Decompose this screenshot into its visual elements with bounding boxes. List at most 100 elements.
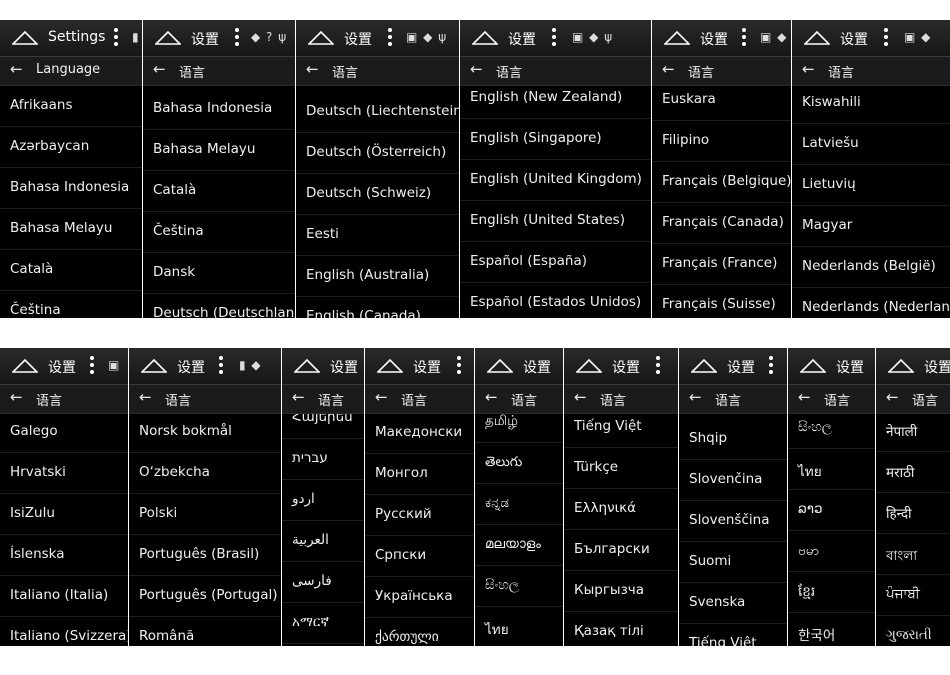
language-item[interactable]: Filipino [652,121,791,162]
back-arrow-icon[interactable]: ← [153,60,166,78]
language-item[interactable]: Euskara [652,86,791,121]
language-item[interactable]: Magyar [792,206,950,247]
language-item[interactable]: தமிழ் [475,414,563,443]
language-item[interactable]: Azərbaycan [0,127,142,168]
language-item[interactable]: ગુજરાતી [876,616,950,646]
language-item[interactable]: English (Canada) [296,297,459,318]
language-item[interactable]: فارسی [282,562,364,603]
overflow-menu-icon[interactable] [742,28,746,48]
language-item[interactable]: Italiano (Svizzera) [0,617,128,646]
language-item[interactable]: Latviešu [792,124,950,165]
home-icon[interactable] [664,30,690,45]
language-item[interactable]: Français (Canada) [652,203,791,244]
overflow-menu-icon[interactable] [90,356,94,376]
language-item[interactable]: IsiZulu [0,494,128,535]
language-item[interactable]: Bahasa Melayu [143,130,295,171]
language-item[interactable]: Čeština [0,291,142,318]
language-item[interactable]: नेपाली [876,414,950,452]
language-item[interactable]: ဗမာ [788,531,875,572]
language-item[interactable]: Čeština [143,212,295,253]
language-item[interactable]: Suomi [679,542,787,583]
back-arrow-icon[interactable]: ← [485,388,498,406]
back-arrow-icon[interactable]: ← [10,60,23,78]
back-arrow-icon[interactable]: ← [574,388,587,406]
language-item[interactable]: አማርኛ [282,603,364,644]
back-arrow-icon[interactable]: ← [662,60,675,78]
language-item[interactable]: Lietuvių [792,165,950,206]
language-item[interactable]: Kiswahili [792,86,950,124]
language-item[interactable]: ລາວ [788,490,875,531]
home-icon[interactable] [487,358,513,373]
language-item[interactable]: Français (Belgique) [652,162,791,203]
home-icon[interactable] [377,358,403,373]
language-item[interactable]: Deutsch (Deutschland) [143,294,295,318]
language-item[interactable]: Nederlands (België) [792,247,950,288]
language-item[interactable]: اردو [282,480,364,521]
back-arrow-icon[interactable]: ← [470,60,483,78]
language-item[interactable]: Bahasa Indonesia [143,89,295,130]
language-item[interactable]: Кыргызча [564,571,678,612]
language-item[interactable]: සිංහල [475,566,563,607]
home-icon[interactable] [308,30,334,45]
language-item[interactable]: Español (España) [460,242,651,283]
language-item[interactable]: English (Singapore) [460,119,651,160]
back-arrow-icon[interactable]: ← [886,388,899,406]
home-icon[interactable] [472,30,498,45]
back-arrow-icon[interactable]: ← [139,388,152,406]
overflow-menu-icon[interactable] [235,28,239,48]
back-arrow-icon[interactable]: ← [306,60,319,78]
language-item[interactable]: עברית [282,439,364,480]
language-item[interactable]: Bahasa Melayu [0,209,142,250]
language-item[interactable]: Deutsch (Schweiz) [296,174,459,215]
language-item[interactable]: Українська [365,577,474,618]
back-arrow-icon[interactable]: ← [10,388,23,406]
language-item[interactable]: Deutsch (Liechtenstein) [296,92,459,133]
home-icon[interactable] [155,30,181,45]
language-item[interactable]: Српски [365,536,474,577]
language-item[interactable]: Hrvatski [0,453,128,494]
language-item[interactable]: ไทย [788,449,875,490]
home-icon[interactable] [12,30,38,45]
language-item[interactable]: Català [0,250,142,291]
language-item[interactable]: Հայերեն [282,414,364,439]
back-arrow-icon[interactable]: ← [802,60,815,78]
language-item[interactable]: Dansk [143,253,295,294]
language-item[interactable]: বাংলা [876,534,950,575]
language-item[interactable]: O‘zbekcha [129,453,281,494]
language-item[interactable]: Deutsch (Österreich) [296,133,459,174]
back-arrow-icon[interactable]: ← [292,388,305,406]
overflow-menu-icon[interactable] [884,28,888,48]
overflow-menu-icon[interactable] [769,356,773,376]
home-icon[interactable] [576,358,602,373]
language-item[interactable]: Română [129,617,281,646]
overflow-menu-icon[interactable] [388,28,392,48]
language-item[interactable]: English (New Zealand) [460,86,651,119]
overflow-menu-icon[interactable] [219,356,223,376]
back-arrow-icon[interactable]: ← [375,388,388,406]
back-arrow-icon[interactable]: ← [689,388,702,406]
language-item[interactable]: Italiano (Italia) [0,576,128,617]
language-item[interactable]: ಕನ್ನಡ [475,484,563,525]
language-item[interactable]: Français (Suisse) [652,285,791,318]
overflow-menu-icon[interactable] [457,356,461,376]
back-arrow-icon[interactable]: ← [798,388,811,406]
language-item[interactable]: Afrikaans [0,86,142,127]
overflow-menu-icon[interactable] [552,28,556,48]
language-item[interactable]: Български [564,530,678,571]
language-item[interactable]: Svenska [679,583,787,624]
language-item[interactable]: Türkçe [564,448,678,489]
language-item[interactable]: Tiếng Việt [564,414,678,448]
language-item[interactable]: Tiếng Việt [679,624,787,646]
home-icon[interactable] [888,358,914,373]
language-item[interactable]: Slovenčina [679,460,787,501]
language-item[interactable]: ไทย [475,607,563,646]
language-item[interactable]: Português (Brasil) [129,535,281,576]
language-item[interactable]: සිංහල [788,414,875,449]
language-item[interactable]: 한국어 [788,613,875,646]
language-item[interactable]: English (United Kingdom) [460,160,651,201]
overflow-menu-icon[interactable] [114,28,118,48]
language-item[interactable]: Íslenska [0,535,128,576]
language-item[interactable]: English (United States) [460,201,651,242]
language-item[interactable]: Bahasa Indonesia [0,168,142,209]
home-icon[interactable] [294,358,320,373]
